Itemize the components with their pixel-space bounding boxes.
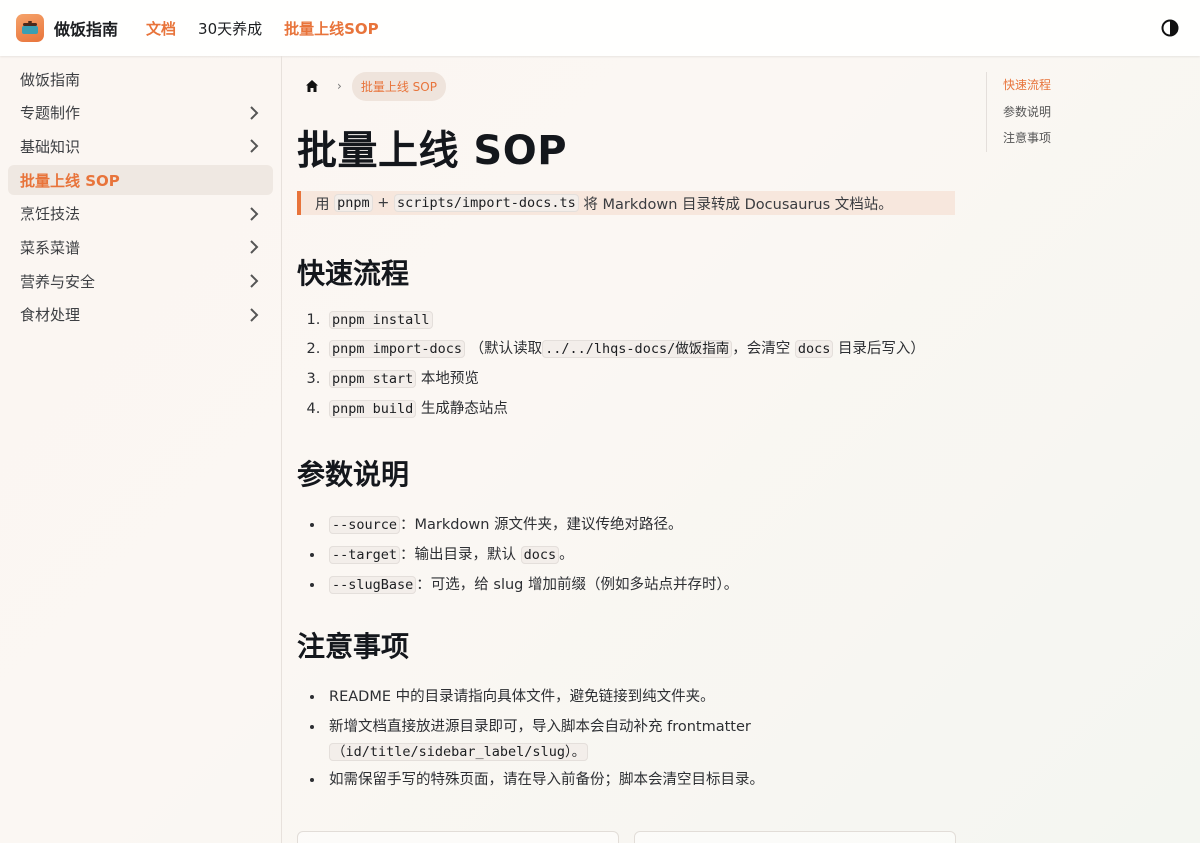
- chevron-right-icon[interactable]: [247, 207, 261, 221]
- section-heading-params: 参数说明: [297, 458, 410, 491]
- sidebar: 做饭指南 专题制作 基础知识 批量上线 SOP 烹饪技法 菜系菜谱 营养与安全 …: [0, 56, 282, 843]
- inline-code: ../../lhqs-docs/做饭指南: [542, 340, 733, 358]
- list-item: --source：Markdown 源文件夹，建议传绝对路径。: [325, 513, 738, 534]
- inline-code: docs: [520, 546, 560, 564]
- inline-code: --target: [329, 546, 401, 564]
- list-item: 新增文档直接放进源目录即可，导入脚本会自动补充 frontmatter （id/t…: [325, 715, 951, 765]
- callout-text: +: [377, 195, 390, 211]
- inline-code: （id/title/sidebar_label/slug）。: [329, 743, 589, 761]
- list-text: 生成静态站点: [420, 401, 508, 417]
- list-text: 如需保留手写的特殊页面，请在导入前备份；脚本会清空目标目录。: [329, 772, 764, 788]
- inline-code: scripts/import-docs.ts: [394, 194, 579, 212]
- list-text: 。: [559, 547, 574, 563]
- nav-link-sop[interactable]: 批量上线SOP: [284, 18, 379, 39]
- callout-text: 用: [315, 196, 330, 213]
- inline-code: pnpm install: [329, 311, 433, 329]
- chevron-right-icon[interactable]: [247, 105, 261, 120]
- breadcrumb-current: 批量上线 SOP: [351, 71, 446, 101]
- sidebar-item-label: 专题制作: [20, 104, 81, 123]
- pagination-next-card[interactable]: [634, 831, 956, 843]
- sidebar-item-home[interactable]: 做饭指南: [8, 64, 273, 94]
- inline-code: pnpm import-docs: [329, 340, 466, 358]
- nav-link-30days[interactable]: 30天养成: [198, 18, 262, 39]
- section-heading-quick: 快速流程: [297, 257, 410, 290]
- sidebar-item-techniques[interactable]: 烹饪技法: [8, 199, 273, 229]
- chevron-right-icon[interactable]: [247, 274, 261, 288]
- nav-link-docs[interactable]: 文档: [146, 18, 176, 39]
- list-item: pnpm install: [325, 311, 925, 329]
- toc-item-quick[interactable]: 快速流程: [1003, 72, 1176, 99]
- list-text: ：输出目录，默认: [400, 547, 517, 563]
- list-text: ，会清空: [732, 341, 791, 357]
- list-text: ：Markdown 源文件夹，建议传绝对路径。: [400, 517, 683, 533]
- sidebar-item-label: 菜系菜谱: [20, 238, 81, 257]
- pagination-prev-card[interactable]: [297, 831, 619, 843]
- list-text: （默认读取: [469, 341, 543, 357]
- chevron-right-icon[interactable]: [247, 308, 261, 322]
- theme-toggle-icon[interactable]: [1160, 18, 1180, 38]
- sidebar-item-label: 烹饪技法: [20, 205, 81, 224]
- intro-callout: 用 pnpm + scripts/import-docs.ts 将 Markdo…: [297, 191, 955, 215]
- params-list: --source：Markdown 源文件夹，建议传绝对路径。 --target…: [311, 513, 738, 603]
- list-text: 新增文档直接放进源目录即可，导入脚本会自动补充 frontmatter: [329, 719, 751, 735]
- logo-pot-icon[interactable]: [16, 14, 44, 42]
- inline-code: pnpm build: [329, 400, 417, 418]
- inline-code: --source: [329, 516, 401, 534]
- list-item: pnpm start 本地预览: [325, 367, 925, 388]
- main-content: › 批量上线 SOP 批量上线 SOP 用 pnpm + scripts/imp…: [297, 56, 957, 843]
- section-heading-notes: 注意事项: [297, 630, 410, 663]
- page-title: 批量上线 SOP: [297, 128, 568, 174]
- toc-item-params[interactable]: 参数说明: [1003, 99, 1176, 126]
- sidebar-item-cuisines[interactable]: 菜系菜谱: [8, 232, 273, 262]
- list-item: 如需保留手写的特殊页面，请在导入前备份；脚本会清空目标目录。: [325, 768, 951, 789]
- sidebar-item-label: 做饭指南: [20, 70, 81, 89]
- inline-code: pnpm: [334, 194, 373, 212]
- sidebar-item-label: 食材处理: [20, 306, 81, 325]
- chevron-right-icon[interactable]: [247, 139, 261, 154]
- sidebar-item-label: 批量上线 SOP: [20, 171, 120, 190]
- sidebar-item-nutrition[interactable]: 营养与安全: [8, 266, 273, 296]
- sidebar-item-basics[interactable]: 基础知识: [8, 131, 273, 161]
- list-text: ：可选，给 slug 增加前缀（例如多站点并存时）。: [416, 577, 739, 593]
- notes-list: README 中的目录请指向具体文件，避免链接到纯文件夹。 新增文档直接放进源目…: [311, 685, 951, 798]
- list-item: pnpm build 生成静态站点: [325, 397, 925, 418]
- sidebar-item-ingredients[interactable]: 食材处理: [8, 300, 273, 330]
- inline-code: --slugBase: [329, 576, 417, 594]
- inline-code: pnpm start: [329, 370, 417, 388]
- list-item: pnpm import-docs （默认读取../../lhqs-docs/做饭…: [325, 337, 925, 358]
- toc-item-notes[interactable]: 注意事项: [1003, 125, 1176, 152]
- list-text: 目录后写入）: [837, 341, 925, 357]
- brand-title[interactable]: 做饭指南: [54, 16, 118, 40]
- list-text: README 中的目录请指向具体文件，避免链接到纯文件夹。: [329, 689, 715, 705]
- sidebar-item-label: 营养与安全: [20, 272, 96, 291]
- callout-text: 将 Markdown 目录转成 Docusaurus 文档站。: [583, 196, 893, 213]
- chevron-right-icon[interactable]: [247, 240, 261, 255]
- sidebar-item-topics[interactable]: 专题制作: [8, 98, 273, 128]
- list-text: 本地预览: [420, 371, 479, 387]
- list-item: README 中的目录请指向具体文件，避免链接到纯文件夹。: [325, 685, 951, 706]
- home-icon[interactable]: [297, 72, 327, 100]
- sidebar-item-sop[interactable]: 批量上线 SOP: [8, 165, 273, 196]
- sidebar-item-label: 基础知识: [20, 137, 81, 156]
- inline-code: docs: [794, 340, 834, 358]
- breadcrumb: › 批量上线 SOP: [297, 71, 446, 101]
- navbar: 做饭指南 文档 30天养成 批量上线SOP: [0, 0, 1200, 56]
- quick-steps-list: pnpm install pnpm import-docs （默认读取../..…: [311, 311, 925, 427]
- breadcrumb-separator-icon: ›: [337, 79, 342, 93]
- list-item: --target：输出目录，默认 docs。: [325, 543, 738, 564]
- table-of-contents: 快速流程 参数说明 注意事项: [986, 72, 1176, 152]
- list-item: --slugBase：可选，给 slug 增加前缀（例如多站点并存时）。: [325, 573, 738, 594]
